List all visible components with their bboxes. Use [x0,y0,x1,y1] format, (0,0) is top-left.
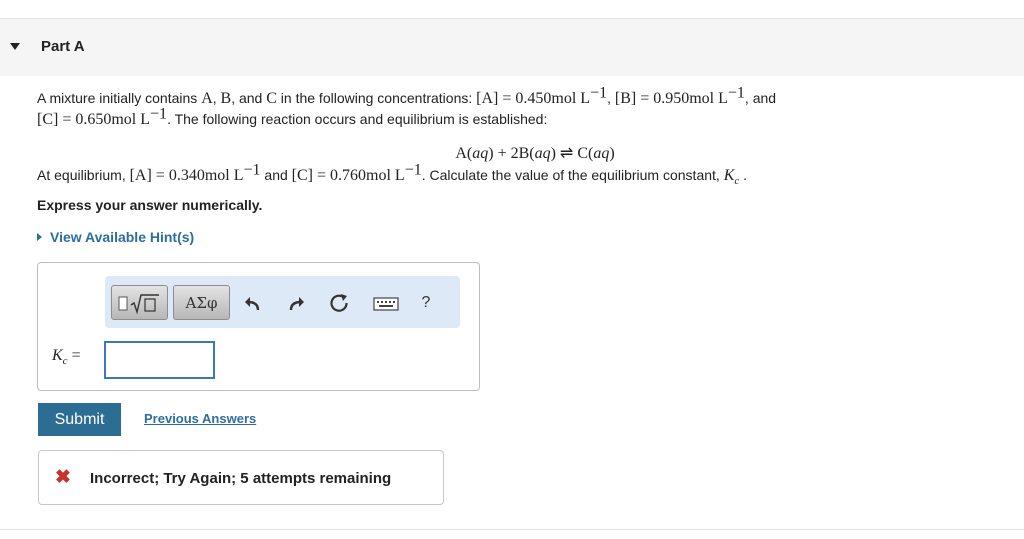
error-x-icon: ✖ [55,467,71,488]
paren-close: ) [609,145,615,162]
concentration-intro: in the following concentrations: [280,90,473,106]
and-text: and [264,167,288,183]
help-icon[interactable]: ? [415,292,437,314]
exponent: −1 [590,84,608,102]
species-a: A [201,90,213,107]
exponent: −1 [404,161,422,179]
eq-a-value: 0.340mol L [168,167,244,184]
bottom-divider [0,529,1024,530]
feedback-box: ✖ Incorrect; Try Again; 5 attempts remai… [38,450,444,505]
previous-answers-link[interactable]: Previous Answers [144,411,256,426]
answer-box: ΑΣφ ? Kc = [37,262,480,391]
period: . [743,167,748,183]
eq-a-label: [A] = [129,167,169,184]
initial-a-value: 0.450mol L [515,90,591,107]
initial-a-label: [A] = [476,90,516,107]
species-b: B [220,90,232,107]
separator: , [607,90,615,106]
view-hints-link[interactable]: View Available Hint(s) [37,229,194,245]
submit-button[interactable]: Submit [38,403,121,436]
symbols-label: ΑΣφ [185,294,218,312]
templates-button[interactable] [111,285,168,320]
phase-aq: aq [472,145,489,162]
redo-icon[interactable] [285,292,307,314]
reactant-b: + 2B( [493,145,535,162]
templates-icon [118,294,159,315]
reactant-a: A( [455,145,473,162]
math-toolbar: ΑΣφ ? [105,276,460,328]
kc-answer-label: Kc = [52,347,81,368]
species-c: C [266,90,277,107]
initial-b-label: [B] = [614,90,654,107]
eq-c-label: [C] = [291,167,331,184]
and-text: , and [231,90,263,106]
phase-aq: aq [534,145,551,162]
eq-c-value: 0.760mol L [330,167,405,184]
exponent: −1 [243,161,261,179]
exponent: −1 [150,105,168,123]
kc-answer-input[interactable] [104,341,215,379]
caret-down-icon[interactable] [10,43,20,50]
comma-text: , [212,90,217,106]
at-equilibrium-text: At equilibrium, [37,167,126,183]
feedback-text: Incorrect; Try Again; 5 attempts remaini… [90,470,392,487]
initial-b-value: 0.950mol L [653,90,728,107]
exponent: −1 [727,84,745,102]
answer-instruction: Express your answer numerically. [37,197,263,213]
equilibrium-statement: At equilibrium, [A] = 0.340mol L−1 and [… [37,162,937,188]
part-header[interactable] [0,19,1024,76]
symbols-button[interactable]: ΑΣφ [173,285,230,320]
problem-statement: A mixture initially contains A, B, and C… [37,85,917,130]
calculate-text: . Calculate the value of the equilibrium… [421,167,720,183]
initial-c-label: [C] = [37,111,76,128]
reset-icon[interactable] [328,292,350,314]
hint-caret-icon [37,233,42,241]
initial-c-value: 0.650mol L [75,111,151,128]
and-text: , and [744,90,777,106]
phase-aq: aq [593,145,610,162]
intro-text: A mixture initially contains [37,90,198,106]
kc-symbol: Kc [723,167,740,188]
equilibrium-arrow-product: ⇌ C( [555,145,594,162]
keyboard-icon[interactable] [373,292,399,314]
undo-icon[interactable] [242,292,264,314]
reaction-equation: A(aq) + 2B(aq) ⇌ C(aq) [0,143,1024,163]
reaction-sentence: . The following reaction occurs and equi… [167,111,548,127]
part-title[interactable]: Part A [41,38,85,55]
hints-label: View Available Hint(s) [50,229,195,245]
